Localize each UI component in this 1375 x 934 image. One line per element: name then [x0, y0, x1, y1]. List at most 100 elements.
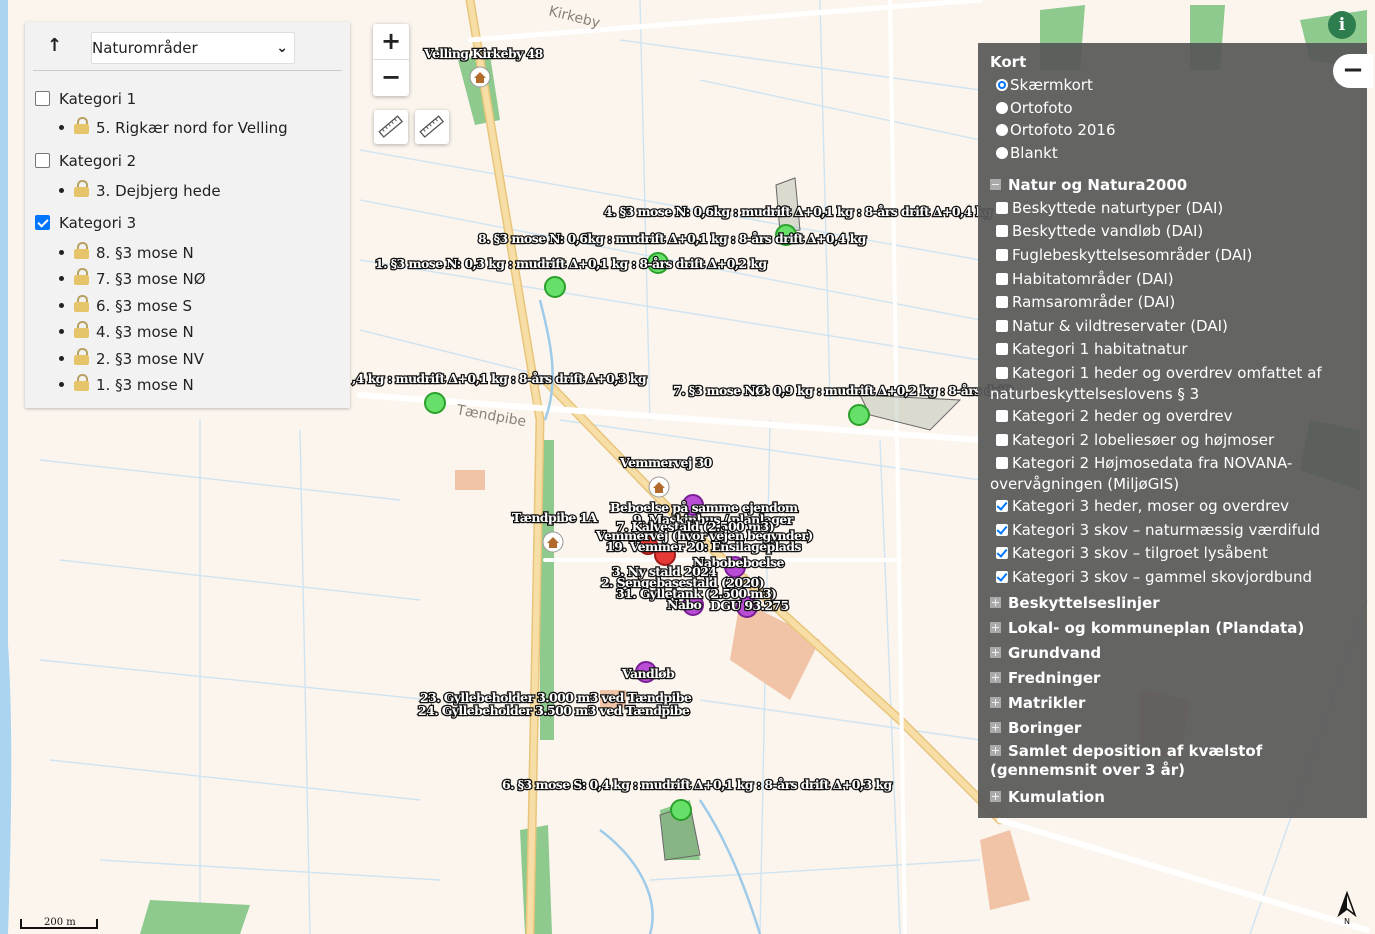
layer-item[interactable]: Kategori 3 skov – tilgroet lysåbent [996, 543, 1356, 564]
marker-mose1[interactable] [544, 276, 566, 298]
expand-icon[interactable] [990, 672, 1001, 683]
group-deposition[interactable]: Samlet deposition af kvælstof (gennemsni… [990, 742, 1340, 779]
radio-icon[interactable] [996, 124, 1008, 136]
list-item[interactable]: 7. §3 mose NØ [59, 268, 206, 290]
info-button[interactable]: i [1328, 11, 1356, 39]
layer-item[interactable]: Kategori 1 heder og overdrev omfattet af… [990, 363, 1360, 405]
layer-checkbox-checked[interactable] [996, 524, 1008, 536]
expand-icon[interactable] [990, 597, 1001, 608]
layer-item[interactable]: Fuglebeskyttelsesområder (DAI) [996, 245, 1356, 266]
layer-checkbox[interactable] [996, 273, 1008, 285]
layer-item[interactable]: Kategori 2 heder og overdrev [996, 406, 1356, 427]
layer-label: Natur & vildtreservater (DAI) [1012, 317, 1228, 335]
expand-icon[interactable] [990, 722, 1001, 733]
label-ensilage: 19. Vemmer 20: Ensilageplads [606, 539, 801, 554]
layer-item[interactable]: Kategori 3 heder, moser og overdrev [996, 496, 1356, 517]
expand-icon[interactable] [990, 791, 1001, 802]
list-item[interactable]: 6. §3 mose S [59, 295, 192, 317]
basemap-option[interactable]: Blankt [996, 142, 1058, 164]
bullet-icon [59, 188, 64, 193]
layer-item[interactable]: Beskyttede naturtyper (DAI) [996, 198, 1356, 219]
layer-checkbox[interactable] [996, 367, 1008, 379]
category-1-checkbox[interactable] [35, 91, 50, 106]
radio-icon[interactable] [996, 102, 1008, 114]
layer-checkbox-checked[interactable] [996, 571, 1008, 583]
list-item[interactable]: 8. §3 mose N [59, 242, 194, 264]
group-natur[interactable]: Natur og Natura2000 [990, 174, 1187, 196]
ruler-icon [378, 115, 404, 138]
theme-select[interactable]: Naturområder ⌄ [91, 32, 295, 64]
group-label: Grundvand [1008, 644, 1102, 662]
label-dgu: DGU 93.275 [710, 598, 789, 613]
house-icon[interactable] [469, 66, 491, 88]
zoom-out-button[interactable]: − [373, 60, 409, 95]
collapse-icon[interactable] [990, 179, 1001, 190]
layer-item[interactable]: Kategori 2 Højmosedata fra NOVANA-overvå… [990, 453, 1350, 495]
radio-icon[interactable] [996, 147, 1008, 159]
layer-item[interactable]: Natur & vildtreservater (DAI) [996, 316, 1356, 337]
list-item[interactable]: 4. §3 mose N [59, 321, 194, 343]
house-icon[interactable] [648, 476, 670, 498]
zoom-control: + − [373, 24, 409, 96]
layer-checkbox[interactable] [996, 457, 1008, 469]
basemap-option[interactable]: Skærmkort [996, 74, 1093, 96]
expand-icon[interactable] [990, 622, 1001, 633]
layer-label: Beskyttede naturtyper (DAI) [1012, 199, 1224, 217]
list-item[interactable]: 3. Dejbjerg hede [59, 180, 221, 202]
group-fredninger[interactable]: Fredninger [990, 667, 1100, 689]
layer-item[interactable]: Kategori 1 habitatnatur [996, 339, 1356, 360]
house-icon[interactable] [542, 531, 564, 553]
category-3-checkbox[interactable] [35, 215, 50, 230]
layer-checkbox[interactable] [996, 410, 1008, 422]
layer-checkbox[interactable] [996, 296, 1008, 308]
group-beskyttelseslinjer[interactable]: Beskyttelseslinjer [990, 592, 1160, 614]
layer-item[interactable]: Kategori 2 lobeliesøer og højmoser [996, 430, 1356, 451]
category-1[interactable]: Kategori 1 [35, 88, 136, 110]
layer-checkbox-checked[interactable] [996, 500, 1008, 512]
zoom-in-button[interactable]: + [373, 24, 409, 60]
category-2[interactable]: Kategori 2 [35, 150, 136, 172]
theme-panel-header: ↑ Naturområder ⌄ [25, 22, 350, 70]
marker-mose2[interactable] [424, 392, 446, 414]
layer-checkbox[interactable] [996, 434, 1008, 446]
layer-checkbox[interactable] [996, 225, 1008, 237]
group-grundvand[interactable]: Grundvand [990, 642, 1101, 664]
group-kumulation[interactable]: Kumulation [990, 786, 1105, 808]
arrow-up-icon[interactable]: ↑ [47, 35, 62, 56]
layer-item[interactable]: Beskyttede vandløb (DAI) [996, 221, 1356, 242]
layer-item[interactable]: Habitatområder (DAI) [996, 269, 1356, 290]
layer-item[interactable]: Kategori 3 skov – naturmæssig værdifuld [996, 520, 1356, 541]
measure-area-button[interactable] [415, 110, 449, 144]
radio-selected-icon[interactable] [996, 79, 1008, 91]
category-3[interactable]: Kategori 3 [35, 212, 136, 234]
list-item[interactable]: 2. §3 mose NV [59, 348, 204, 370]
group-boringer[interactable]: Boringer [990, 717, 1081, 739]
layer-checkbox-checked[interactable] [996, 547, 1008, 559]
lock-icon [74, 117, 89, 134]
expand-icon[interactable] [990, 697, 1001, 708]
label-taendpibe1a: Tændpibe 1A [512, 510, 598, 525]
measure-distance-button[interactable] [374, 110, 408, 144]
basemap-option[interactable]: Ortofoto 2016 [996, 119, 1116, 141]
layer-checkbox[interactable] [996, 320, 1008, 332]
lock-icon [74, 321, 89, 338]
basemap-option[interactable]: Ortofoto [996, 97, 1073, 119]
expand-icon[interactable] [990, 647, 1001, 658]
group-matrikler[interactable]: Matrikler [990, 692, 1085, 714]
layer-checkbox[interactable] [996, 202, 1008, 214]
marker-mose7[interactable] [848, 404, 870, 426]
group-plandata[interactable]: Lokal- og kommuneplan (Plandata) [990, 617, 1304, 639]
layer-item[interactable]: Kategori 3 skov – gammel skovjordbund [996, 567, 1356, 588]
label-velling-kirkeby: Velling Kirkeby 48 [423, 46, 544, 61]
layer-checkbox[interactable] [996, 343, 1008, 355]
category-2-checkbox[interactable] [35, 153, 50, 168]
north-arrow-icon: N [1337, 890, 1357, 926]
layer-item[interactable]: Ramsarområder (DAI) [996, 292, 1356, 313]
list-item[interactable]: 5. Rigkær nord for Velling [59, 117, 288, 139]
layer-checkbox[interactable] [996, 249, 1008, 261]
marker-mose6[interactable] [670, 799, 692, 821]
list-item[interactable]: 1. §3 mose N [59, 374, 194, 396]
collapse-panel-button[interactable]: − [1333, 54, 1373, 88]
expand-icon[interactable] [990, 745, 1001, 756]
label-nabo: Nabo [667, 597, 701, 612]
